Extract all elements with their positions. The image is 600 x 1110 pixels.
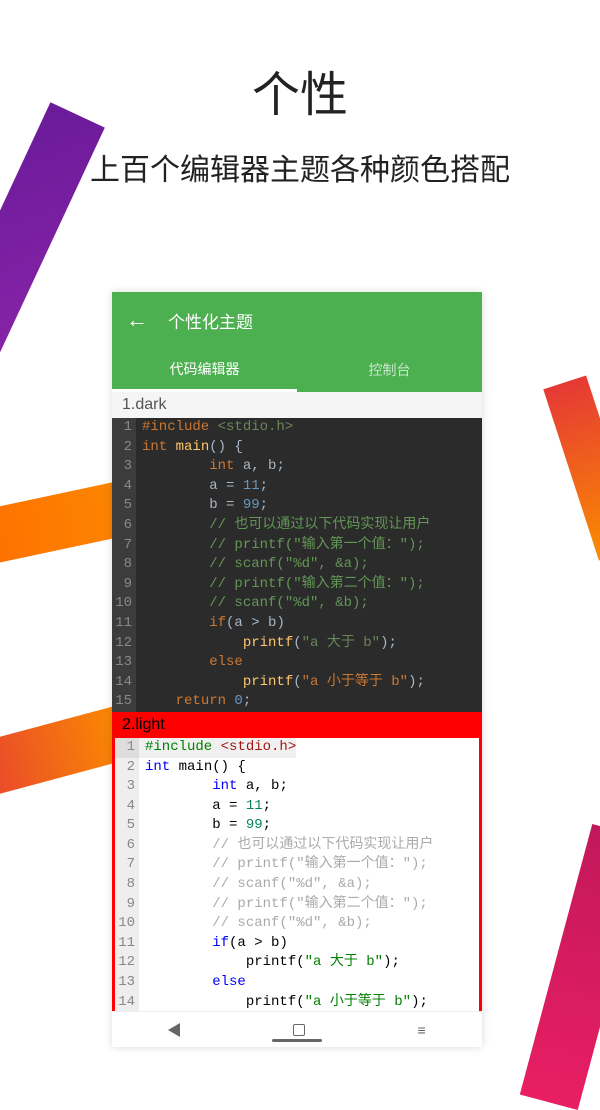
promo-title: 个性 bbox=[0, 55, 600, 125]
decoration-pink bbox=[520, 824, 600, 1110]
line-number: 5 bbox=[112, 496, 136, 516]
line-number: 5 bbox=[115, 816, 139, 836]
app-header: ← 个性化主题 bbox=[112, 292, 482, 348]
line-number: 13 bbox=[115, 973, 139, 993]
line-number: 12 bbox=[112, 634, 136, 654]
nav-recent-icon[interactable]: ≡ bbox=[418, 1022, 426, 1038]
line-number: 6 bbox=[112, 516, 136, 536]
line-number: 9 bbox=[115, 895, 139, 915]
line-number: 11 bbox=[112, 614, 136, 634]
promo-subtitle: 上百个编辑器主题各种颜色搭配 bbox=[0, 145, 600, 189]
line-number: 9 bbox=[112, 575, 136, 595]
promo-header: 个性 上百个编辑器主题各种颜色搭配 bbox=[0, 0, 600, 189]
nav-home-icon[interactable] bbox=[293, 1024, 305, 1036]
phone-frame: ← 个性化主题 代码编辑器 控制台 1.dark 1#include <stdi… bbox=[112, 292, 482, 1047]
tab-bar: 代码编辑器 控制台 bbox=[112, 348, 482, 392]
back-icon[interactable]: ← bbox=[126, 307, 148, 333]
line-number: 3 bbox=[112, 457, 136, 477]
line-number: 2 bbox=[115, 758, 139, 778]
line-number: 7 bbox=[112, 536, 136, 556]
code-light: 1#include <stdio.h> 2int main() { 3 int … bbox=[112, 738, 482, 1035]
line-number: 10 bbox=[115, 914, 139, 934]
code-dark: 1#include <stdio.h> 2int main() { 3 int … bbox=[112, 418, 482, 712]
line-number: 13 bbox=[112, 653, 136, 673]
app-title: 个性化主题 bbox=[168, 308, 253, 333]
theme-light-label[interactable]: 2.light bbox=[112, 712, 482, 738]
tab-console[interactable]: 控制台 bbox=[297, 348, 482, 392]
line-number: 4 bbox=[112, 477, 136, 497]
theme-light-section: 2.light 1#include <stdio.h> 2int main() … bbox=[112, 712, 482, 1035]
line-number: 3 bbox=[115, 777, 139, 797]
tab-code-editor[interactable]: 代码编辑器 bbox=[112, 348, 297, 392]
line-number: 6 bbox=[115, 836, 139, 856]
theme-dark-section: 1.dark 1#include <stdio.h> 2int main() {… bbox=[112, 392, 482, 712]
line-number: 15 bbox=[112, 692, 136, 712]
android-navbar: ≡ bbox=[112, 1011, 482, 1047]
line-number: 2 bbox=[112, 438, 136, 458]
line-number: 14 bbox=[112, 673, 136, 693]
line-number: 11 bbox=[115, 934, 139, 954]
line-number: 4 bbox=[115, 797, 139, 817]
nav-gesture-bar bbox=[272, 1039, 322, 1042]
line-number: 14 bbox=[115, 993, 139, 1013]
decoration-orange-2 bbox=[543, 375, 600, 560]
line-number: 1 bbox=[112, 418, 136, 438]
line-number: 7 bbox=[115, 855, 139, 875]
nav-back-icon[interactable] bbox=[168, 1023, 180, 1037]
theme-dark-label[interactable]: 1.dark bbox=[112, 392, 482, 418]
line-number: 8 bbox=[115, 875, 139, 895]
line-number: 8 bbox=[112, 555, 136, 575]
line-number: 1 bbox=[115, 738, 139, 758]
line-number: 10 bbox=[112, 594, 136, 614]
line-number: 12 bbox=[115, 953, 139, 973]
